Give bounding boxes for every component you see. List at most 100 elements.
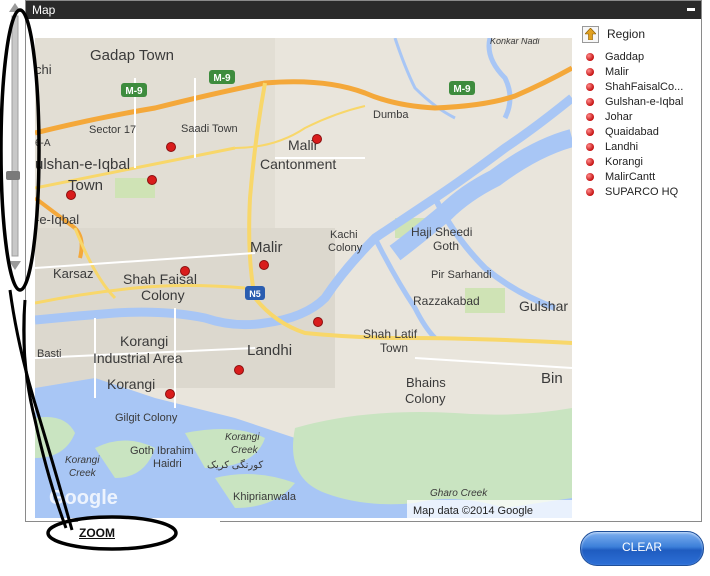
label-chi: chi (35, 62, 52, 77)
marker-malir (259, 260, 269, 270)
label-gadap-town: Gadap Town (90, 47, 174, 64)
label-korangi-creek-w: Korangi (65, 455, 100, 466)
legend-item-label: SUPARCO HQ (605, 185, 679, 198)
marker-shah-faisal (180, 266, 190, 276)
legend-item[interactable]: Landhi (582, 139, 697, 154)
map-view[interactable]: M-9 M-9 M-9 N5 Gadap Town chi Sector 17 … (35, 38, 572, 518)
svg-text:N5: N5 (249, 289, 261, 299)
legend-item-label: ShahFaisalCo... (605, 80, 684, 93)
map-canvas: M-9 M-9 M-9 N5 Gadap Town chi Sector 17 … (35, 38, 572, 518)
label-haji-sheedi: Haji Sheedi (411, 225, 472, 239)
marker-gulshan (147, 175, 157, 185)
label-korangi-industrial: Korangi (120, 333, 168, 349)
legend-item[interactable]: Gulshan-e-Iqbal (582, 94, 697, 109)
label-pir-sarhandi: Pir Sarhandi (431, 269, 492, 281)
label-karsaz: Karsaz (53, 266, 93, 281)
legend-item[interactable]: SUPARCO HQ (582, 184, 697, 199)
label-gharo-creek: Gharo Creek (430, 488, 488, 499)
label-industrial-area: Industrial Area (93, 350, 183, 366)
marker-johar (66, 190, 76, 200)
label-korangi-creek: Korangi (225, 432, 260, 443)
label-konkar-nadi: Konkar Nadi (490, 38, 541, 46)
label-goth: Goth (433, 239, 459, 253)
marker-dot-icon (586, 82, 594, 91)
label-korangi: Korangi (107, 376, 155, 392)
n5-shield: N5 (245, 286, 265, 300)
marker-dot-icon (586, 127, 594, 136)
legend-item-label: Johar (605, 110, 633, 123)
label-kachi: Kachi (330, 229, 358, 241)
legend-item[interactable]: ShahFaisalCo... (582, 79, 697, 94)
marker-dot-icon (586, 112, 594, 121)
label-razzakabad: Razzakabad (413, 294, 480, 308)
marker-dot-icon (586, 157, 594, 166)
label-bhains: Bhains (406, 375, 446, 390)
m9-shield-west: M-9 (121, 83, 147, 97)
legend-item-label: Gaddap (605, 50, 645, 63)
m9-shield-center: M-9 (209, 70, 235, 84)
marker-gaddap (166, 142, 176, 152)
svg-text:M-9: M-9 (125, 86, 143, 97)
zoom-annotation-label: ZOOM (79, 526, 115, 540)
google-logo: Google (49, 487, 118, 509)
label-bhains-colony: Colony (405, 391, 446, 406)
label-dumba: Dumba (373, 109, 409, 121)
marker-quaidabad (234, 365, 244, 375)
label-cantonment: Cantonment (260, 156, 336, 172)
region-legend: Region Gaddap Malir ShahFaisalCo... Gulshan… (582, 25, 697, 199)
label-gulshan-e-iqbal: ulshan-e-Iqbal (35, 156, 130, 173)
up-arrow-icon[interactable] (582, 25, 599, 43)
label-haidri: Haidri (153, 458, 182, 470)
zoom-thumb (6, 171, 20, 180)
map-panel: Map M-9 M-9 M-9 N5 Gadap Town chi Sector… (25, 0, 702, 522)
zoom-slider[interactable] (0, 0, 30, 300)
legend-item[interactable]: Korangi (582, 154, 697, 169)
marker-dot-icon (586, 97, 594, 106)
legend-list: Gaddap Malir ShahFaisalCo... Gulshan-e-Iqba… (582, 49, 697, 199)
minimize-icon[interactable] (687, 8, 695, 11)
marker-dot-icon (586, 187, 594, 196)
label-shah-faisal-colony: Colony (141, 287, 185, 303)
label-bin: Bin (541, 370, 563, 387)
legend-item-label: Korangi (605, 155, 643, 168)
label-sector-17: Sector 17 (89, 124, 136, 136)
label-e-iqbal: -e-Iqbal (35, 212, 79, 227)
legend-title: Region (607, 27, 646, 41)
svg-text:M-9: M-9 (213, 73, 231, 84)
label-saadi-town: Saadi Town (181, 123, 238, 135)
label-6a: 6-A (35, 138, 51, 149)
label-basti: Basti (37, 348, 61, 360)
legend-item[interactable]: Johar (582, 109, 697, 124)
label-gilgit-colony: Gilgit Colony (115, 412, 178, 424)
label-gulshan-east: Gulshar (519, 298, 568, 314)
label-korangi-creek-w2: Creek (69, 468, 97, 479)
legend-item[interactable]: Quaidabad (582, 124, 697, 139)
legend-item[interactable]: Malir (582, 64, 697, 79)
legend-item-label: Gulshan-e-Iqbal (605, 95, 684, 108)
label-shah-latif: Shah Latif (363, 327, 418, 341)
svg-text:M-9: M-9 (453, 84, 471, 95)
marker-dot-icon (586, 67, 594, 76)
map-attribution: Map data ©2014 Google (413, 505, 533, 517)
legend-item-label: Malir (605, 65, 629, 78)
label-khiprianwala: Khiprianwala (233, 491, 297, 503)
marker-dot-icon (586, 172, 594, 181)
label-malir: Malir (250, 239, 283, 256)
label-landhi: Landhi (247, 342, 292, 359)
panel-titlebar: Map (26, 1, 701, 19)
label-kachi-colony: Colony (328, 242, 363, 254)
legend-item-label: MalirCantt (605, 170, 656, 183)
zoom-out-arrow-icon (9, 261, 21, 270)
panel-title: Map (32, 3, 56, 17)
clear-button[interactable]: CLEAR (580, 531, 704, 566)
legend-header[interactable]: Region (582, 25, 697, 43)
label-shah-latif-town: Town (380, 341, 408, 355)
m9-shield-east: M-9 (449, 81, 475, 95)
label-goth-ibrahim: Goth Ibrahim (130, 445, 194, 457)
zoom-track (11, 15, 19, 257)
legend-item[interactable]: MalirCantt (582, 169, 697, 184)
legend-item[interactable]: Gaddap (582, 49, 697, 64)
marker-malir-cantt (312, 134, 322, 144)
marker-dot-icon (586, 52, 594, 61)
marker-korangi (165, 389, 175, 399)
